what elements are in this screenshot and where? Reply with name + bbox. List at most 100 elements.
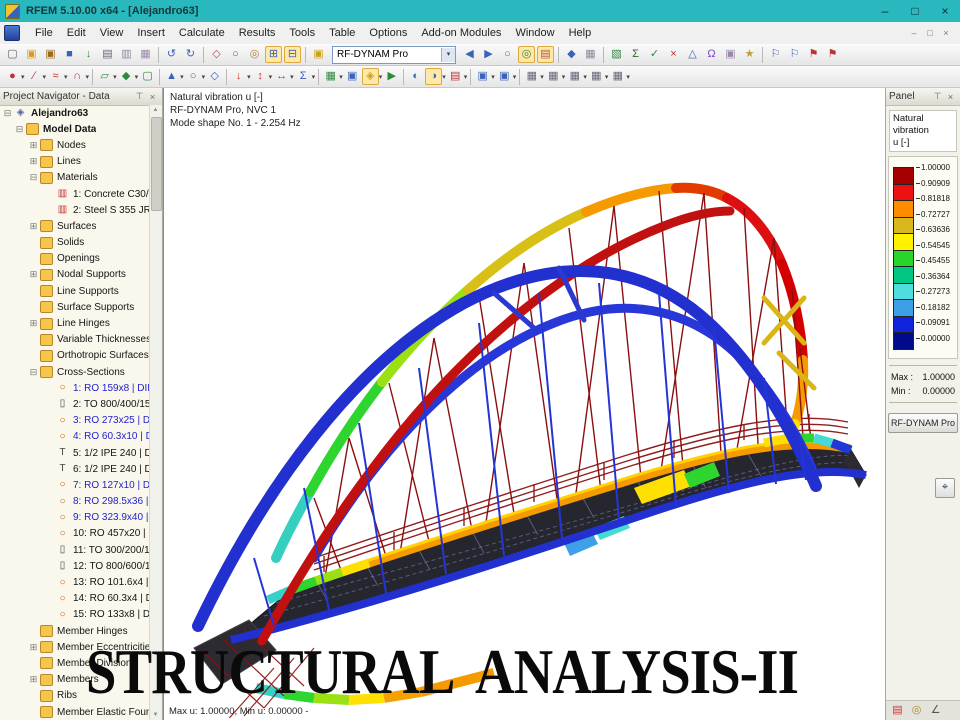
tree-item[interactable]: Surface Supports bbox=[0, 299, 150, 315]
menu-item[interactable]: Help bbox=[562, 23, 599, 44]
menu-item[interactable]: Table bbox=[322, 23, 362, 44]
tree-item[interactable]: ⊞ Line Hinges bbox=[0, 315, 150, 331]
numbering-cases-icon[interactable]: ▦ bbox=[609, 68, 626, 85]
pin-icon[interactable]: ⊤ bbox=[931, 91, 944, 102]
separator[interactable] bbox=[403, 69, 404, 85]
menu-item[interactable]: Window bbox=[508, 23, 561, 44]
tree-expander-icon[interactable]: ⊞ bbox=[28, 140, 39, 151]
maximize-icon[interactable]: □ bbox=[900, 0, 930, 22]
numbering-lines-icon[interactable]: ▦ bbox=[545, 68, 562, 85]
tree-item[interactable]: ○ 13: RO 101.6x4 | DIN 2448, DIN bbox=[0, 574, 150, 590]
scrollbar-thumb[interactable] bbox=[151, 117, 162, 211]
render-mode-icon[interactable]: ◑ bbox=[425, 68, 442, 85]
line-tool-icon[interactable]: ∕ bbox=[26, 68, 43, 85]
tree-item[interactable]: ⊞ Nodes bbox=[0, 137, 150, 153]
tree-item[interactable]: ▯ 11: TO 300/200/10/10/15/15; S bbox=[0, 542, 150, 558]
save-icon[interactable]: ■ bbox=[61, 46, 78, 63]
mesh-icon[interactable]: ▧ bbox=[608, 46, 625, 63]
separator[interactable] bbox=[762, 47, 763, 63]
menu-item[interactable]: Tools bbox=[282, 23, 322, 44]
print-icon[interactable]: ▤ bbox=[99, 46, 116, 63]
tree-item[interactable]: ○ 9: RO 323.9x40 | DIN 2448, DIN bbox=[0, 510, 150, 526]
pin-icon[interactable]: ⊤ bbox=[133, 91, 146, 102]
animation-icon[interactable]: ▶ bbox=[383, 68, 400, 85]
child-restore-icon[interactable]: □ bbox=[922, 23, 938, 43]
check-icon[interactable]: ✓ bbox=[646, 46, 663, 63]
tree-item[interactable]: ○ 10: RO 457x20 | DIN 2448, DIN 2 bbox=[0, 526, 150, 542]
tree-expander-icon[interactable]: ⊟ bbox=[28, 367, 39, 378]
open-project-icon[interactable]: ▣ bbox=[42, 46, 59, 63]
zoom-window-icon[interactable]: ○ bbox=[499, 46, 516, 63]
chevron-down-icon[interactable]: ▾ bbox=[626, 73, 630, 81]
separator[interactable] bbox=[318, 69, 319, 85]
set-square-icon[interactable]: ∠ bbox=[928, 703, 943, 718]
clipboard-icon[interactable]: ▣ bbox=[722, 46, 739, 63]
omega-icon[interactable]: Ω bbox=[703, 46, 720, 63]
tree-expander-icon[interactable]: ⊟ bbox=[28, 172, 39, 183]
tree-scrollbar[interactable]: ▲ ▼ bbox=[149, 105, 162, 720]
opening-tool-icon[interactable]: ▢ bbox=[139, 68, 156, 85]
rotate-icon[interactable]: ◎ bbox=[246, 46, 263, 63]
scroll-up-icon[interactable]: ▲ bbox=[150, 107, 161, 113]
tree-item[interactable]: ⊞ Lines bbox=[0, 154, 150, 170]
tree-item[interactable]: ⊟ Materials bbox=[0, 170, 150, 186]
scroll-down-icon[interactable]: ▼ bbox=[150, 712, 161, 718]
display-props2-icon[interactable]: ▣ bbox=[496, 68, 513, 85]
tree-item[interactable]: ○ 8: RO 298.5x36 | DIN 2448, DIN bbox=[0, 494, 150, 510]
tree-expander-icon[interactable]: ⊞ bbox=[28, 674, 39, 685]
nodal-load-icon[interactable]: ↓ bbox=[230, 68, 247, 85]
separator[interactable] bbox=[226, 69, 227, 85]
tree-item[interactable]: ○ 1: RO 159x8 | DIN 2448, DIN 245 bbox=[0, 380, 150, 396]
tree-item[interactable]: T 6: 1/2 IPE 240 | DIN 1025-5:199 bbox=[0, 461, 150, 477]
numbering-members-icon[interactable]: ▦ bbox=[566, 68, 583, 85]
member-load-icon[interactable]: ↕ bbox=[252, 68, 269, 85]
table-show-icon[interactable]: ⊞ bbox=[265, 46, 282, 63]
arc-tool-icon[interactable]: ∩ bbox=[69, 68, 86, 85]
hinge-tool-icon[interactable]: ○ bbox=[185, 68, 202, 85]
tree-item[interactable]: Solids bbox=[0, 235, 150, 251]
mesh-generate-icon[interactable]: ▦ bbox=[322, 68, 339, 85]
menu-item[interactable]: Calculate bbox=[172, 23, 232, 44]
menu-item[interactable]: Results bbox=[232, 23, 283, 44]
separator[interactable] bbox=[158, 47, 159, 63]
tree-expander-icon[interactable]: ⊞ bbox=[28, 221, 39, 232]
flag-blue2-icon[interactable]: ⚐ bbox=[786, 46, 803, 63]
render-view-icon[interactable]: ◎ bbox=[518, 46, 535, 63]
surface-tool-icon[interactable]: ▱ bbox=[96, 68, 113, 85]
tree-item[interactable]: ▥ 2: Steel S 355 JR | DB SE-A:2007 bbox=[0, 202, 150, 218]
menu-item[interactable]: View bbox=[93, 23, 131, 44]
import-icon[interactable]: ↓ bbox=[80, 46, 97, 63]
tree-expander-icon[interactable]: ⊞ bbox=[28, 156, 39, 167]
delta-icon[interactable]: △ bbox=[684, 46, 701, 63]
open-icon[interactable]: ▣ bbox=[23, 46, 40, 63]
support-tool-icon[interactable]: ▲ bbox=[163, 68, 180, 85]
flag-red-icon[interactable]: ⚑ bbox=[805, 46, 822, 63]
grid-icon[interactable]: ▦ bbox=[582, 46, 599, 63]
solid-tool-icon[interactable]: ◆ bbox=[118, 68, 135, 85]
tree-item[interactable]: Openings bbox=[0, 251, 150, 267]
calc-all-icon[interactable]: ▣ bbox=[344, 68, 361, 85]
separator[interactable] bbox=[159, 69, 160, 85]
tree-item[interactable]: ⊟ Cross-Sections bbox=[0, 364, 150, 380]
tree-item[interactable]: ○ 15: RO 133x8 | DIN 2448, DIN 2 bbox=[0, 607, 150, 623]
tree-item[interactable]: ○ 3: RO 273x25 | DIN 2448, DIN 2 bbox=[0, 413, 150, 429]
menu-item[interactable]: Insert bbox=[130, 23, 172, 44]
separator[interactable] bbox=[470, 69, 471, 85]
eccentricity-icon[interactable]: ◇ bbox=[206, 68, 223, 85]
separator[interactable] bbox=[558, 47, 559, 63]
module-combobox[interactable]: RF-DYNAM Pro ▾ bbox=[332, 46, 456, 64]
tree-item[interactable]: Orthotropic Surfaces and Membra bbox=[0, 348, 150, 364]
display-props-icon[interactable]: ▣ bbox=[474, 68, 491, 85]
surface-load-icon[interactable]: ↔ bbox=[273, 68, 290, 85]
flag-blue-icon[interactable]: ⚐ bbox=[767, 46, 784, 63]
color-scale-icon[interactable]: ▤ bbox=[890, 703, 905, 718]
tree-item[interactable]: ⊟ ◈ Alejandro63 bbox=[0, 105, 150, 121]
separator[interactable] bbox=[603, 47, 604, 63]
menu-item[interactable]: Options bbox=[362, 23, 414, 44]
zoom-icon[interactable]: ○ bbox=[227, 46, 244, 63]
load-combination-icon[interactable]: Σ bbox=[295, 68, 312, 85]
copy-icon[interactable]: ▥ bbox=[118, 46, 135, 63]
new-file-icon[interactable]: ▢ bbox=[4, 46, 21, 63]
isometry-icon[interactable]: ◆ bbox=[563, 46, 580, 63]
tree-item[interactable]: Variable Thicknesses bbox=[0, 332, 150, 348]
